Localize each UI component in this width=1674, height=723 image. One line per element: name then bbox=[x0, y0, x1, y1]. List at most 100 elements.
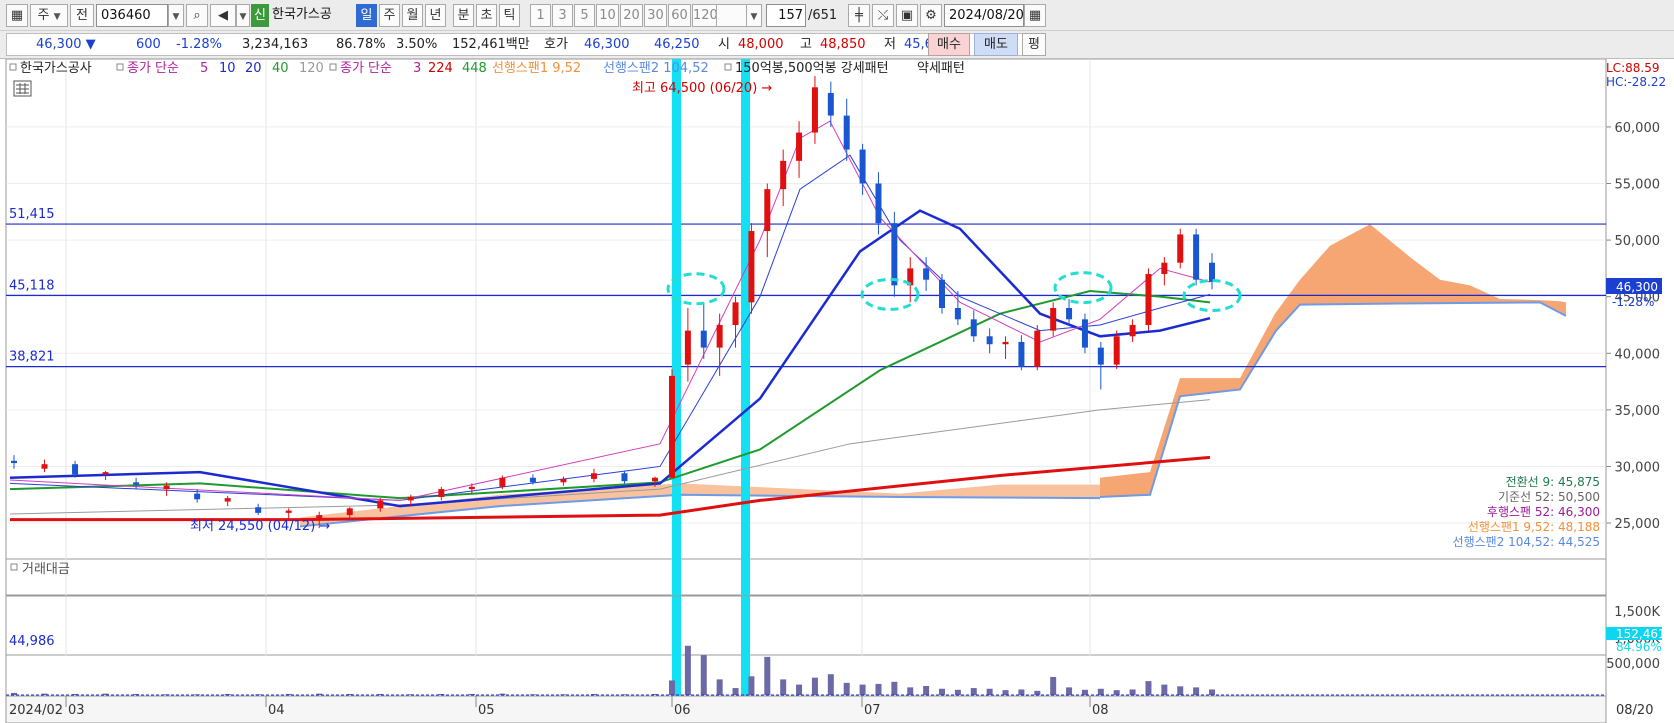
volume-bar bbox=[954, 689, 961, 695]
legend-marker bbox=[724, 63, 732, 71]
search-icon[interactable]: ⌕ bbox=[186, 4, 208, 27]
low-marker: 최저 24,550 (04/12) → bbox=[190, 519, 330, 534]
tab-period-4[interactable]: 분 bbox=[453, 4, 474, 27]
save-icon[interactable]: ▣ bbox=[896, 4, 918, 27]
candle-body bbox=[1081, 319, 1088, 348]
candle-body bbox=[133, 482, 140, 485]
count-input[interactable]: 157 bbox=[766, 4, 806, 27]
gear-icon[interactable]: ⚙ bbox=[920, 4, 942, 27]
legend-weak-pattern: 약세패턴 bbox=[917, 61, 965, 76]
volume-bar bbox=[1050, 676, 1057, 695]
minute-interval-30[interactable]: 30 bbox=[644, 4, 667, 27]
price-axis[interactable]: 60,00055,00050,00045,00040,00035,00030,0… bbox=[1606, 121, 1660, 532]
volume-bar bbox=[827, 674, 834, 695]
price-tick-label: 55,000 bbox=[1615, 178, 1661, 193]
buy-button[interactable]: 매수 bbox=[928, 33, 970, 56]
minute-interval-10[interactable]: 10 bbox=[596, 4, 619, 27]
date-input[interactable]: 2024/08/20 bbox=[944, 4, 1024, 27]
span2-value: 선행스팬2 104,52: 44,525 bbox=[1453, 534, 1600, 549]
volume-bar bbox=[970, 688, 977, 695]
open-label: 시 bbox=[718, 37, 730, 52]
candle-body bbox=[843, 115, 850, 150]
volume-tick-label: 1,500K bbox=[1614, 605, 1660, 620]
volume-bar bbox=[1193, 687, 1200, 695]
candle-body bbox=[1129, 324, 1136, 337]
price-tag-value: 46,300 bbox=[1616, 280, 1658, 294]
candle-body bbox=[1209, 262, 1215, 282]
volume-bar bbox=[748, 676, 755, 695]
high-marker: 최고 64,500 (06/20) → bbox=[632, 81, 772, 96]
stock-code-dropdown[interactable]: ▼ bbox=[168, 4, 184, 27]
minute-interval-60[interactable]: 60 bbox=[668, 4, 691, 27]
sell-button[interactable]: 매도 bbox=[974, 33, 1018, 56]
volume-bar bbox=[811, 677, 818, 695]
new-badge: 신 bbox=[251, 4, 269, 27]
interval-dropdown[interactable]: ▼ bbox=[746, 4, 762, 27]
line-tool-icon[interactable]: ⤯ bbox=[872, 4, 894, 27]
candle-body bbox=[986, 336, 993, 345]
chart-area[interactable]: 51,415 45,118 38,821 60,000 55,000 50,000 45,… bbox=[0, 58, 1674, 723]
volume-bar bbox=[1018, 689, 1025, 695]
tab-period-2[interactable]: 월 bbox=[402, 4, 423, 27]
date-axis[interactable]: 2024/02 03 04 05 06 07 08 08/20 bbox=[5, 694, 1653, 723]
candle-body bbox=[438, 489, 445, 498]
legend-pattern: 150억봉,500억봉 강세패턴 bbox=[735, 61, 889, 76]
low-label: 저 bbox=[884, 37, 896, 52]
legend-ma-5: 5 bbox=[200, 61, 208, 76]
price-chart[interactable]: 51,41545,11838,821 60,00055,00050,00045,… bbox=[0, 58, 1674, 723]
prev-button[interactable]: 전 bbox=[70, 4, 94, 27]
candle-body bbox=[316, 515, 323, 519]
tab-period-5[interactable]: 초 bbox=[476, 4, 497, 27]
chart-menu-icon[interactable]: ▦ bbox=[6, 4, 28, 27]
volume-bars bbox=[11, 645, 1215, 695]
price-tick-label: 40,000 bbox=[1615, 347, 1661, 362]
candle-body bbox=[923, 268, 930, 280]
trade-amount: 152,461백만 bbox=[452, 37, 530, 52]
legend-span1: 선행스팬1 9,52 bbox=[492, 60, 581, 76]
minute-interval-3[interactable]: 3 bbox=[552, 4, 573, 27]
legend-ma2-label: 종가 단순 bbox=[340, 61, 392, 76]
lc-value: LC:88.59 bbox=[1606, 61, 1659, 75]
tab-period-6[interactable]: 틱 bbox=[499, 4, 520, 27]
speaker-icon[interactable]: ◀︎ bbox=[210, 4, 236, 27]
minute-interval-120[interactable]: 120 bbox=[692, 4, 718, 27]
volume-bar bbox=[875, 683, 882, 695]
candle-body bbox=[529, 477, 536, 483]
volume-bar bbox=[1161, 684, 1168, 695]
volume-bar bbox=[891, 681, 898, 695]
tab-period-0[interactable]: 일 bbox=[356, 4, 377, 27]
tenkan-value: 전환선 9: 45,875 bbox=[1506, 475, 1600, 489]
speaker-dropdown[interactable]: ▼ bbox=[236, 4, 250, 27]
candle-body bbox=[811, 87, 818, 133]
period-mode-select[interactable]: 주 ▼ bbox=[30, 4, 68, 27]
legend-marker bbox=[116, 63, 124, 71]
volume-ratio: 86.78% bbox=[336, 37, 386, 52]
candle-body bbox=[41, 464, 48, 469]
kijun-value: 기준선 52: 50,500 bbox=[1498, 490, 1600, 504]
stock-code-input[interactable]: 036460 bbox=[96, 4, 168, 27]
volume-bar bbox=[780, 679, 787, 695]
minute-interval-20[interactable]: 20 bbox=[620, 4, 643, 27]
date-label: 2024/02 bbox=[9, 703, 63, 718]
legend-marker bbox=[329, 63, 337, 71]
volume-bar bbox=[700, 655, 707, 695]
candle-body bbox=[1066, 308, 1073, 320]
minute-interval-5[interactable]: 5 bbox=[574, 4, 595, 27]
candle-body bbox=[859, 149, 866, 184]
eval-button[interactable]: 평 bbox=[1022, 33, 1046, 56]
volume-panel-title: 거래대금 bbox=[22, 562, 70, 577]
minute-interval-1[interactable]: 1 bbox=[530, 4, 551, 27]
volume-bar bbox=[1066, 687, 1073, 695]
calendar-icon[interactable]: ▦ bbox=[1024, 4, 1046, 27]
candle-body bbox=[827, 92, 834, 116]
candle-type-icon[interactable]: ╪ bbox=[848, 4, 870, 27]
candle-body bbox=[102, 472, 109, 475]
legend-ma-10: 10 bbox=[219, 61, 236, 76]
candle-body bbox=[621, 473, 628, 482]
candle-body bbox=[684, 330, 691, 365]
price-change: 600 bbox=[136, 37, 161, 52]
tab-period-1[interactable]: 주 bbox=[379, 4, 400, 27]
high-label: 고 bbox=[800, 37, 812, 52]
legend-ma2-3: 3 bbox=[413, 61, 421, 76]
tab-period-3[interactable]: 년 bbox=[425, 4, 446, 27]
